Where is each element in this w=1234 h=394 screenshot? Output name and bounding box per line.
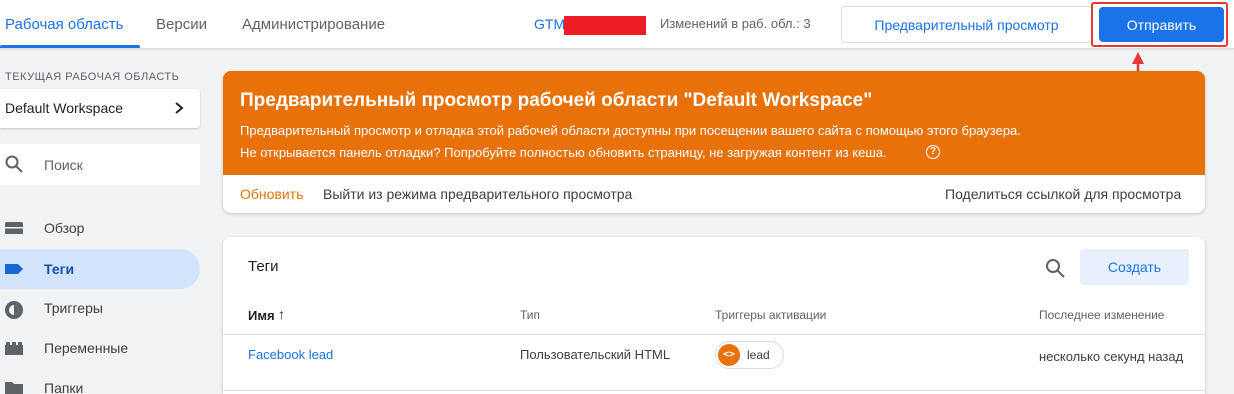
workspace-name: Default Workspace xyxy=(5,100,124,116)
sidebar-item-label: Папки xyxy=(44,380,84,394)
sidebar-item-label: Триггеры xyxy=(44,300,103,316)
tag-icon xyxy=(5,264,23,274)
tab-admin[interactable]: Администрирование xyxy=(242,16,385,33)
tab-workspace[interactable]: Рабочая область xyxy=(5,16,123,33)
top-bar: Рабочая область Версии Администрирование… xyxy=(0,0,1234,49)
sidebar-item-triggers[interactable]: Триггеры xyxy=(0,288,200,328)
column-header-modified[interactable]: Последнее изменение xyxy=(1039,308,1164,322)
chevron-right-icon xyxy=(175,102,184,114)
search-placeholder: Поиск xyxy=(44,157,83,173)
sidebar-item-variables[interactable]: Переменные xyxy=(0,328,200,368)
tag-name-link[interactable]: Facebook lead xyxy=(248,347,333,362)
sidebar-item-overview[interactable]: Обзор xyxy=(0,208,200,248)
banner-title: Предварительный просмотр рабочей области… xyxy=(240,90,873,111)
help-icon[interactable]: ? xyxy=(926,145,940,159)
banner-description: Предварительный просмотр и отладка этой … xyxy=(240,123,1021,138)
sort-ascending-icon[interactable]: ↑ xyxy=(278,306,285,322)
column-header-triggers[interactable]: Триггеры активации xyxy=(715,308,826,322)
preview-banner: Предварительный просмотр рабочей области… xyxy=(223,71,1205,175)
sidebar-item-folders[interactable]: Папки xyxy=(0,368,200,394)
exit-preview-link[interactable]: Выйти из режима предварительного просмот… xyxy=(323,186,632,202)
tags-table-card: Теги Создать Имя ↑ Тип Триггеры активаци… xyxy=(223,237,1205,394)
create-tag-button[interactable]: Создать xyxy=(1080,249,1189,285)
workspace-changes-count: Изменений в раб. обл.: 3 xyxy=(660,16,811,31)
folder-icon xyxy=(5,382,23,394)
container-id: GTM xyxy=(534,16,566,32)
sidebar-item-tags[interactable]: Теги xyxy=(0,249,200,289)
tag-type: Пользовательский HTML xyxy=(520,347,671,362)
header-divider xyxy=(223,334,1205,335)
search-icon[interactable] xyxy=(1045,258,1065,278)
active-tab-indicator xyxy=(0,45,140,48)
sidebar-item-label: Обзор xyxy=(44,220,85,236)
trigger-chip[interactable]: <> lead xyxy=(715,341,784,369)
sidebar-item-label: Переменные xyxy=(44,340,129,356)
code-icon: <> xyxy=(718,344,740,366)
banner-debug-hint: Не открывается панель отладки? Попробуйт… xyxy=(240,145,887,160)
search-icon xyxy=(5,155,23,173)
redaction-box xyxy=(564,16,646,35)
folder-icon xyxy=(5,222,23,234)
preview-banner-card: Предварительный просмотр рабочей области… xyxy=(223,71,1205,213)
variables-icon xyxy=(5,342,23,355)
last-modified: несколько секунд назад xyxy=(1039,349,1184,364)
sidebar-search-input[interactable]: Поиск xyxy=(0,144,200,185)
row-divider xyxy=(223,390,1205,391)
tab-versions[interactable]: Версии xyxy=(156,16,207,33)
refresh-link[interactable]: Обновить xyxy=(240,186,303,202)
sidebar-item-label: Теги xyxy=(44,261,75,277)
column-header-type[interactable]: Тип xyxy=(520,308,540,322)
column-header-name[interactable]: Имя xyxy=(248,308,275,323)
workspace-label: ТЕКУЩАЯ РАБОЧАЯ ОБЛАСТЬ xyxy=(5,71,180,83)
tags-table-title: Теги xyxy=(248,258,279,275)
submit-button[interactable]: Отправить xyxy=(1099,7,1224,42)
workspace-selector[interactable]: Default Workspace xyxy=(0,89,200,128)
share-preview-link[interactable]: Поделиться ссылкой для просмотра xyxy=(945,186,1181,202)
trigger-chip-label: lead xyxy=(747,348,770,362)
trigger-icon xyxy=(5,301,23,319)
preview-button[interactable]: Предварительный просмотр xyxy=(841,6,1092,43)
